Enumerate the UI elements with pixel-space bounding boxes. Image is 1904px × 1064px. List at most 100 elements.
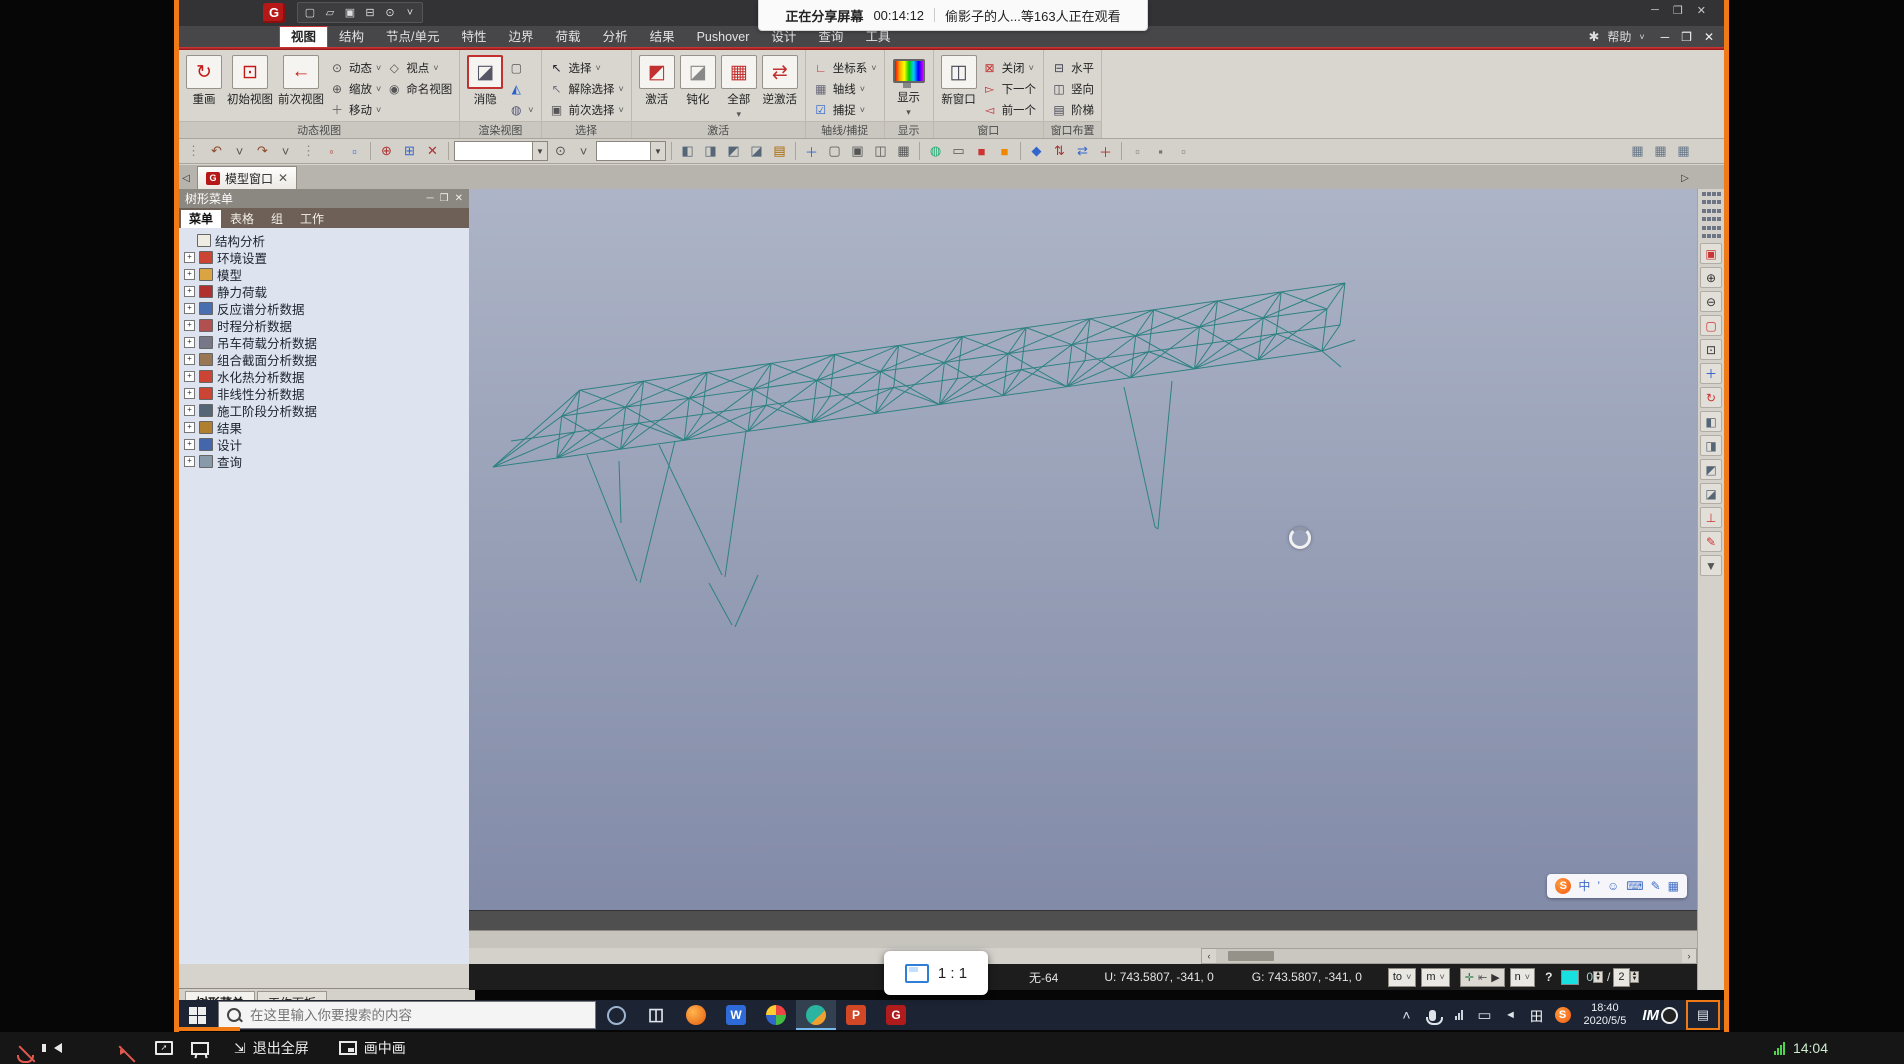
tree-item-水化热分析数据[interactable]: +水化热分析数据 bbox=[184, 368, 469, 385]
scroll-left-icon[interactable]: ‹ bbox=[1202, 949, 1216, 963]
chevron-down-icon[interactable]: ˅ bbox=[401, 4, 419, 21]
ribbon-button-全部[interactable]: ▦全部▾ bbox=[721, 55, 757, 120]
toolbar-swap-v-icon[interactable]: ⇅ bbox=[1049, 141, 1070, 161]
tree-tab-表格[interactable]: 表格 bbox=[222, 210, 262, 228]
toolbar-add-elem-icon[interactable]: ⊞ bbox=[399, 141, 420, 161]
pip-button[interactable]: 画中画 bbox=[339, 1032, 406, 1064]
doc-close-icon[interactable]: ✕ bbox=[1704, 30, 1714, 44]
tree-item-吊车荷载分析数据[interactable]: +吊车荷载分析数据 bbox=[184, 334, 469, 351]
toolbar-half-view-icon[interactable]: ◫ bbox=[870, 141, 891, 161]
tab-scroll-right-icon[interactable]: ▷ bbox=[1678, 167, 1692, 189]
tree-item-非线性分析数据[interactable]: +非线性分析数据 bbox=[184, 385, 469, 402]
toolbar-win-front-icon[interactable]: ◧ bbox=[677, 141, 698, 161]
n-select[interactable]: n˅ bbox=[1510, 968, 1535, 987]
cortana-button[interactable] bbox=[596, 1000, 636, 1030]
rail-zoom-in-icon[interactable]: ⊕ bbox=[1700, 267, 1722, 288]
toolbar-win-left-icon[interactable]: ◩ bbox=[723, 141, 744, 161]
emoji-icon[interactable]: ☺ bbox=[1607, 874, 1619, 898]
doc-restore-icon[interactable]: ❒ bbox=[1681, 30, 1692, 44]
rail-pan-blue-icon[interactable]: ＋ bbox=[1700, 363, 1722, 384]
gear-icon[interactable]: ✱ bbox=[1588, 29, 1599, 45]
tab-scroll-left-icon[interactable]: ◁ bbox=[179, 167, 193, 189]
ribbon-small-动态[interactable]: ⊙动态˅ bbox=[329, 57, 381, 78]
rail-rotate-red-icon[interactable]: ↻ bbox=[1700, 387, 1722, 408]
toolbar-grip-icon[interactable]: ⋮ bbox=[183, 141, 204, 161]
toolbar-select-elem-icon[interactable]: ▫ bbox=[344, 141, 365, 161]
toolbar-add-node-icon[interactable]: ⊕ bbox=[376, 141, 397, 161]
new-file-icon[interactable]: ▢ bbox=[301, 4, 319, 21]
tree-item-模型[interactable]: +模型 bbox=[184, 266, 469, 283]
ribbon-button-新窗口[interactable]: ◫新窗口 bbox=[941, 55, 977, 107]
taskbar-app-firefox[interactable] bbox=[676, 1000, 716, 1030]
rail-win-2-icon[interactable]: ◨ bbox=[1700, 435, 1722, 456]
camera-off-button[interactable] bbox=[102, 1032, 138, 1064]
color-swatch[interactable] bbox=[1561, 970, 1579, 985]
rail-pencil-red-icon[interactable]: ✎ bbox=[1700, 531, 1722, 552]
horizontal-scrollbar[interactable]: ‹ › bbox=[1201, 948, 1697, 964]
screen-share-button[interactable]: ➚ bbox=[146, 1032, 182, 1064]
quote-icon[interactable]: ’ bbox=[1597, 874, 1600, 898]
expand-icon[interactable]: + bbox=[184, 320, 195, 331]
rail-win-1-icon[interactable]: ◧ bbox=[1700, 411, 1722, 432]
pen-icon[interactable]: ✎ bbox=[1651, 874, 1661, 898]
page-spinner[interactable]: ▲▼ bbox=[1593, 971, 1603, 983]
print-icon[interactable]: ⊟ bbox=[361, 4, 379, 21]
view-grid-icon[interactable]: ▦ bbox=[1627, 141, 1648, 161]
toolbar-dd-icon[interactable]: ˅ bbox=[275, 141, 296, 161]
rail-win-3-icon[interactable]: ◩ bbox=[1700, 459, 1722, 480]
toolbar-fit-icon[interactable]: ▢ bbox=[824, 141, 845, 161]
grid-icon[interactable]: ▦ bbox=[1668, 874, 1679, 898]
rail-frame-red-icon[interactable]: ▣ bbox=[1700, 243, 1722, 264]
expand-icon[interactable]: + bbox=[184, 405, 195, 416]
ribbon-button-前次视图[interactable]: ←前次视图 bbox=[278, 55, 324, 107]
menu-tab-Pushover[interactable]: Pushover bbox=[686, 27, 761, 47]
ribbon-small-缩放[interactable]: ⊕缩放˅ bbox=[329, 78, 381, 99]
ribbon-small-坐标系[interactable]: ∟坐标系˅ bbox=[813, 57, 877, 78]
search-input[interactable] bbox=[248, 1007, 587, 1024]
tree-item-环境设置[interactable]: +环境设置 bbox=[184, 249, 469, 266]
open-file-icon[interactable]: ▱ bbox=[321, 4, 339, 21]
ribbon-button-显示[interactable]: 显示▾ bbox=[892, 55, 926, 118]
expand-icon[interactable]: + bbox=[184, 439, 195, 450]
rail-window-red-icon[interactable]: ▢ bbox=[1700, 315, 1722, 336]
preview-icon[interactable]: ⊙ bbox=[381, 4, 399, 21]
ribbon-small-竖向[interactable]: ◫竖向 bbox=[1051, 78, 1094, 99]
model-viewport[interactable]: S 中 ’ ☺ ⌨ ✎ ▦ bbox=[469, 189, 1697, 910]
tray-microphone[interactable] bbox=[1420, 1000, 1446, 1030]
tree-tab-菜单[interactable]: 菜单 bbox=[181, 210, 221, 228]
ribbon-button-消隐[interactable]: ◪消隐 bbox=[467, 55, 503, 107]
rail-zoom-out-icon[interactable]: ⊖ bbox=[1700, 291, 1722, 312]
ime-mode-label[interactable]: 中 bbox=[1578, 874, 1590, 898]
chevron-down-icon[interactable]: ˅ bbox=[1639, 32, 1644, 42]
taskbar-app-wps[interactable]: W bbox=[716, 1000, 756, 1030]
ribbon-small-选择[interactable]: ↖选择˅ bbox=[549, 57, 624, 78]
speaker-button[interactable] bbox=[40, 1032, 76, 1064]
tree-tab-工作[interactable]: 工作 bbox=[292, 210, 332, 228]
toolbar-undo-icon[interactable]: ↶ bbox=[206, 141, 227, 161]
toolbar-zoom-pick-icon[interactable]: ⊙ bbox=[550, 141, 571, 161]
start-button[interactable] bbox=[176, 1000, 218, 1030]
scroll-right-icon[interactable]: › bbox=[1682, 949, 1696, 963]
model-tab-close-icon[interactable]: ✕ bbox=[278, 171, 288, 185]
expand-icon[interactable]: + bbox=[184, 252, 195, 263]
tree-item-施工阶段分析数据[interactable]: +施工阶段分析数据 bbox=[184, 402, 469, 419]
toolbar-screen-icon[interactable]: ▭ bbox=[948, 141, 969, 161]
ribbon-small-阶梯[interactable]: ▤阶梯 bbox=[1051, 99, 1094, 120]
panel-close-icon[interactable]: ✕ bbox=[455, 193, 463, 204]
toolbar-globe-icon[interactable]: ◍ bbox=[925, 141, 946, 161]
toolbar-win-top-icon[interactable]: ◨ bbox=[700, 141, 721, 161]
taskbar-app-task-view[interactable]: ◫ bbox=[636, 1000, 676, 1030]
ribbon-small-解除选择[interactable]: ↖解除选择˅ bbox=[549, 78, 624, 99]
view-grid-icon[interactable]: ▦ bbox=[1673, 141, 1694, 161]
name-filter-combo[interactable]: ▼ bbox=[454, 141, 548, 161]
tree-item-结果[interactable]: +结果 bbox=[184, 419, 469, 436]
help-question[interactable]: ? bbox=[1545, 970, 1552, 984]
menu-tab-分析[interactable]: 分析 bbox=[592, 27, 639, 47]
menu-tab-节点/单元[interactable]: 节点/单元 bbox=[375, 27, 450, 47]
length-unit-select[interactable]: m˅ bbox=[1421, 968, 1449, 987]
taskbar-clock[interactable]: 18:402020/5/5 bbox=[1576, 1002, 1635, 1028]
toolbar-redo-icon[interactable]: ↷ bbox=[252, 141, 273, 161]
ribbon-small-捕捉[interactable]: ☑捕捉˅ bbox=[813, 99, 877, 120]
view-grid-icon[interactable]: ▦ bbox=[1650, 141, 1671, 161]
ribbon-button-钝化[interactable]: ◪钝化 bbox=[680, 55, 716, 107]
